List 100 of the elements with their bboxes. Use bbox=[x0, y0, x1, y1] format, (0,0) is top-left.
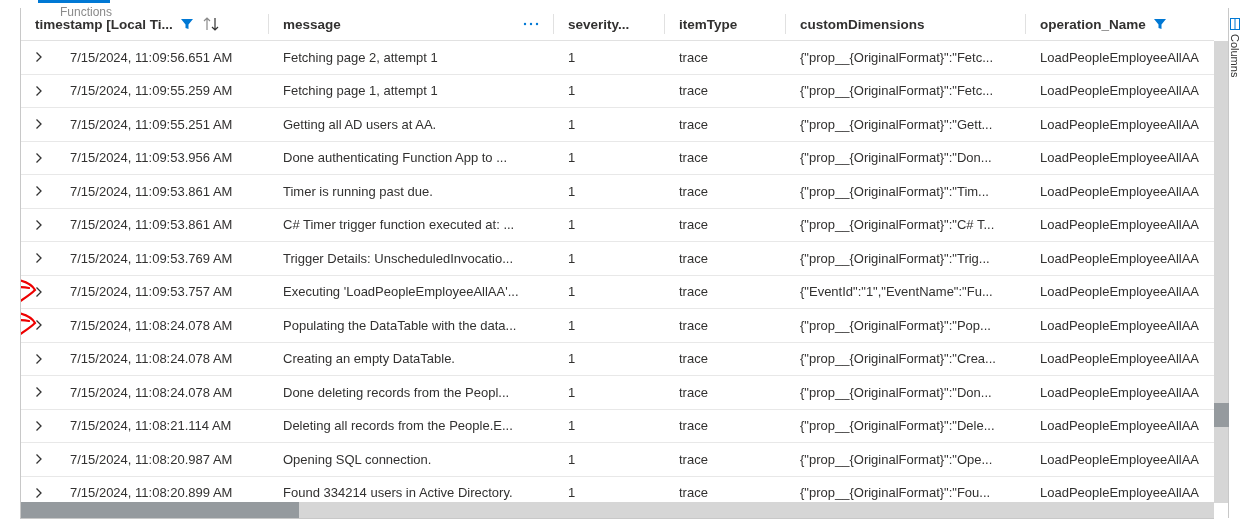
table-cell-text: Trigger Details: UnscheduledInvocatio... bbox=[282, 250, 515, 266]
table-cell-text: trace bbox=[678, 418, 709, 434]
table-cell-text: trace bbox=[678, 150, 709, 166]
table-cell-text: Done deleting records from the Peopl... bbox=[282, 384, 511, 400]
table-cell-text: 7/15/2024, 11:08:24.078 AM bbox=[69, 351, 234, 367]
table-cell-text: 7/15/2024, 11:08:24.078 AM bbox=[69, 317, 234, 333]
column-header-cell[interactable]: itemType bbox=[665, 14, 786, 34]
table-cell-text: Opening SQL connection. bbox=[282, 451, 433, 467]
table-cell-text: 1 bbox=[567, 217, 577, 233]
table-cell-text: trace bbox=[678, 49, 709, 65]
expand-chevron-icon[interactable] bbox=[34, 151, 43, 164]
table-cell-text: trace bbox=[678, 284, 709, 300]
column-header-cell[interactable]: message bbox=[269, 14, 554, 34]
column-header-cell[interactable]: customDimensions bbox=[786, 14, 1026, 34]
table-cell-text: LoadPeopleEmployeeAllAA bbox=[1039, 451, 1200, 467]
table-cell-text: trace bbox=[678, 317, 709, 333]
column-title: operation_Name bbox=[1040, 16, 1146, 32]
expand-chevron-icon[interactable] bbox=[34, 352, 43, 365]
table-cell-text: 1 bbox=[567, 451, 577, 467]
table-cell-text: LoadPeopleEmployeeAllAA bbox=[1039, 485, 1200, 501]
more-options-icon[interactable] bbox=[523, 22, 539, 26]
table-cell-text: LoadPeopleEmployeeAllAA bbox=[1039, 351, 1200, 367]
table-cell-text: 1 bbox=[567, 351, 577, 367]
table-cell-text: trace bbox=[678, 217, 709, 233]
table-cell-text: 1 bbox=[567, 49, 577, 65]
table-cell-text: 7/15/2024, 11:09:55.259 AM bbox=[69, 83, 234, 99]
expand-chevron-icon[interactable] bbox=[34, 118, 43, 131]
column-header-cell[interactable]: operation_Name bbox=[1026, 14, 1214, 34]
column-title: message bbox=[283, 16, 341, 32]
table-cell-text: 7/15/2024, 11:09:53.757 AM bbox=[69, 284, 234, 300]
table-cell-text: 1 bbox=[567, 284, 577, 300]
expand-chevron-icon[interactable] bbox=[34, 218, 43, 231]
filter-icon[interactable] bbox=[1153, 18, 1166, 30]
table-cell-text: 7/15/2024, 11:09:56.651 AM bbox=[69, 49, 234, 65]
functions-tab[interactable]: Functions bbox=[38, 0, 110, 19]
table-cell-text: Executing 'LoadPeopleEmployeeAllAA'... bbox=[282, 284, 520, 300]
table-cell-text: 1 bbox=[567, 83, 577, 99]
expand-chevron-icon[interactable] bbox=[34, 84, 43, 97]
table-cell-text: LoadPeopleEmployeeAllAA bbox=[1039, 317, 1200, 333]
table-cell-text: {"EventId":"1","EventName":"Fu... bbox=[799, 284, 994, 300]
table-cell-text: trace bbox=[678, 183, 709, 199]
expand-chevron-icon[interactable] bbox=[34, 252, 43, 265]
expand-chevron-icon[interactable] bbox=[34, 486, 43, 499]
expand-chevron-icon[interactable] bbox=[34, 285, 43, 298]
sort-icon[interactable] bbox=[202, 16, 221, 32]
column-title: customDimensions bbox=[800, 16, 925, 32]
table-cell-text: trace bbox=[678, 485, 709, 501]
table-cell-text: LoadPeopleEmployeeAllAA bbox=[1039, 150, 1200, 166]
expand-chevron-icon[interactable] bbox=[34, 386, 43, 399]
table-cell-text: Timer is running past due. bbox=[282, 183, 434, 199]
expand-chevron-icon[interactable] bbox=[34, 185, 43, 198]
table-cell-text: 1 bbox=[567, 116, 577, 132]
table-cell-text: 7/15/2024, 11:09:53.956 AM bbox=[69, 150, 234, 166]
table-cell-text: 1 bbox=[567, 384, 577, 400]
columns-panel-label[interactable]: Columns bbox=[1228, 34, 1241, 78]
table-cell-text: {"prop__{OriginalFormat}":"Don... bbox=[799, 384, 993, 400]
column-header-cell[interactable]: severity... bbox=[554, 14, 665, 34]
table-cell-text: trace bbox=[678, 250, 709, 266]
table-cell-text: 1 bbox=[567, 418, 577, 434]
table-cell-text: trace bbox=[678, 351, 709, 367]
table-cell-text: {"prop__{OriginalFormat}":"Fetc... bbox=[799, 49, 995, 65]
table-cell-text: Fetching page 2, attempt 1 bbox=[282, 49, 439, 65]
table-cell-text: Creating an empty DataTable. bbox=[282, 351, 456, 367]
table-cell-text: LoadPeopleEmployeeAllAA bbox=[1039, 250, 1200, 266]
table-cell-text: trace bbox=[678, 451, 709, 467]
column-title: timestamp [Local Ti... bbox=[35, 16, 173, 32]
table-cell-text: LoadPeopleEmployeeAllAA bbox=[1039, 116, 1200, 132]
table-cell-text: {"prop__{OriginalFormat}":"Tim... bbox=[799, 183, 990, 199]
expand-chevron-icon[interactable] bbox=[34, 51, 43, 64]
horizontal-scrollbar[interactable] bbox=[21, 502, 1214, 518]
expand-chevron-icon[interactable] bbox=[34, 453, 43, 466]
expand-chevron-icon[interactable] bbox=[34, 419, 43, 432]
table-cell-text: {"prop__{OriginalFormat}":"Ope... bbox=[799, 451, 994, 467]
table-cell-text: 7/15/2024, 11:08:20.899 AM bbox=[69, 485, 234, 501]
table-cell-text: trace bbox=[678, 384, 709, 400]
table-cell-text: {"prop__{OriginalFormat}":"C# T... bbox=[799, 217, 996, 233]
columns-icon[interactable] bbox=[1229, 18, 1240, 30]
table-cell-text: {"prop__{OriginalFormat}":"Fou... bbox=[799, 485, 992, 501]
table-cell-text: 7/15/2024, 11:08:20.987 AM bbox=[69, 451, 234, 467]
scrollbar-thumb[interactable] bbox=[1214, 403, 1229, 427]
table-cell-text: 1 bbox=[567, 183, 577, 199]
table-cell-text: trace bbox=[678, 83, 709, 99]
table-cell-text: Deleting all records from the People.E... bbox=[282, 418, 514, 434]
table-cell-text: {"prop__{OriginalFormat}":"Don... bbox=[799, 150, 993, 166]
table-cell-text: Getting all AD users at AA. bbox=[282, 116, 438, 132]
table-cell-text: LoadPeopleEmployeeAllAA bbox=[1039, 284, 1200, 300]
expand-chevron-icon[interactable] bbox=[34, 319, 43, 332]
table-cell-text: Done authenticating Function App to ... bbox=[282, 150, 509, 166]
column-title: itemType bbox=[679, 16, 738, 32]
filter-icon[interactable] bbox=[180, 18, 193, 30]
table-cell-text: LoadPeopleEmployeeAllAA bbox=[1039, 418, 1200, 434]
table-cell-text: 7/15/2024, 11:09:55.251 AM bbox=[69, 116, 234, 132]
table-cell-text: Fetching page 1, attempt 1 bbox=[282, 83, 439, 99]
scrollbar-thumb[interactable] bbox=[21, 502, 299, 518]
table-cell-text: 7/15/2024, 11:09:53.769 AM bbox=[69, 250, 234, 266]
table-cell-text: LoadPeopleEmployeeAllAA bbox=[1039, 183, 1200, 199]
vertical-scrollbar[interactable] bbox=[1214, 41, 1228, 503]
table-cell-text: Found 334214 users in Active Directory. bbox=[282, 485, 514, 501]
table-cell-text: 1 bbox=[567, 250, 577, 266]
table-cell-text: 7/15/2024, 11:09:53.861 AM bbox=[69, 183, 234, 199]
